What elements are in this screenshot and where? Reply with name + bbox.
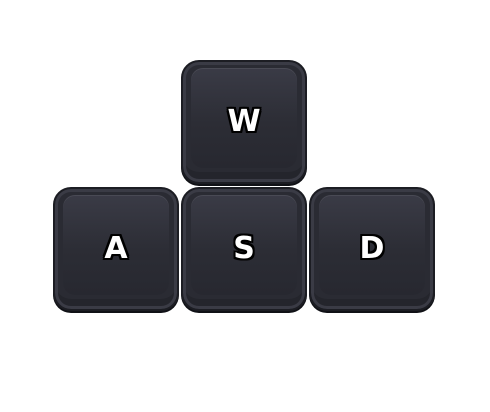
key-s-label: S bbox=[233, 231, 255, 266]
key-d[interactable]: D bbox=[309, 187, 435, 311]
key-a-label: A bbox=[104, 231, 128, 266]
key-w-label: W bbox=[227, 104, 261, 139]
key-w[interactable]: W bbox=[181, 60, 307, 184]
key-d-label: D bbox=[359, 231, 385, 266]
key-a[interactable]: A bbox=[53, 187, 179, 311]
key-s[interactable]: S bbox=[181, 187, 307, 311]
wasd-keypad: W A S D bbox=[0, 0, 490, 412]
